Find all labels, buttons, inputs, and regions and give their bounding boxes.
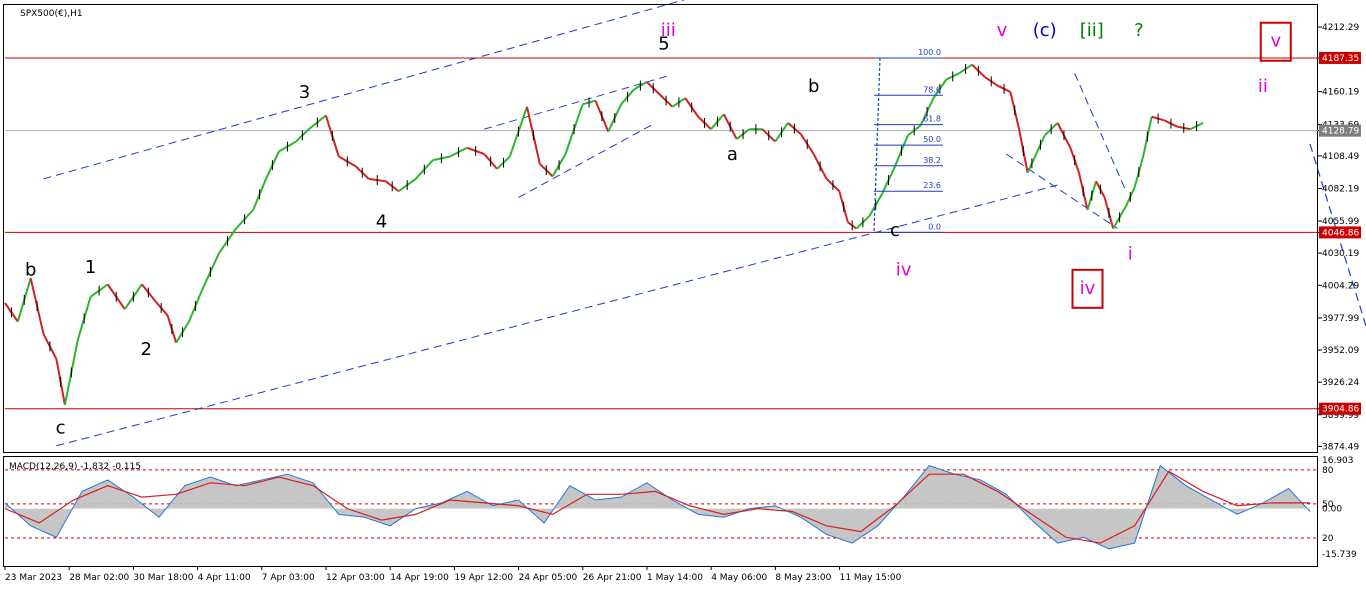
macd-tick-label-1: 0.00 bbox=[1322, 505, 1342, 515]
price-tick-label-11: 3977.99 bbox=[1322, 314, 1359, 324]
price-tick-label-2: 4160.19 bbox=[1322, 88, 1359, 98]
time-label-11: 4 May 06:00 bbox=[711, 573, 767, 583]
wave-label-7: iii bbox=[661, 20, 676, 41]
chart-title: SPX500(€),H1 bbox=[20, 9, 83, 19]
fib-label-6: 0.0 bbox=[928, 222, 941, 231]
wave-label-16: ii bbox=[1258, 76, 1268, 97]
price-highlight-label-2: 3904.86 bbox=[1322, 405, 1359, 415]
wave-label-5: 4 bbox=[376, 211, 387, 232]
time-label-9: 26 Apr 21:00 bbox=[583, 573, 642, 583]
wave-box-label-0: v bbox=[1270, 31, 1281, 52]
price-tick-label-12: 3952.09 bbox=[1322, 346, 1359, 356]
time-label-13: 11 May 15:00 bbox=[840, 573, 902, 583]
price-tick-label-10: 4004.29 bbox=[1322, 281, 1359, 291]
time-label-2: 30 Mar 18:00 bbox=[133, 573, 193, 583]
price-chart-svg: 100.078.661.850.038.223.60.0 b 12c345iiia… bbox=[0, 0, 1366, 588]
time-label-4: 7 Apr 03:00 bbox=[262, 573, 315, 583]
wave-label-2: 2 bbox=[140, 339, 151, 360]
price-highlight-label-0: 4187.35 bbox=[1322, 54, 1359, 64]
macd-dashed-label-0: 80 bbox=[1322, 466, 1334, 476]
fib-label-3: 50.0 bbox=[923, 135, 941, 144]
price-tick-label-6: 4082.19 bbox=[1322, 185, 1359, 195]
chart-root: 100.0 78.6 61.8 50.0 38.2 23.6 0.0 b 1 2 c 3 4 5 iii a… bbox=[0, 0, 1366, 588]
price-tick-label-0: 4212.29 bbox=[1322, 23, 1359, 33]
price-tick-label-16: 3874.49 bbox=[1322, 442, 1359, 452]
wave-label-12: v bbox=[997, 20, 1008, 41]
price-tick-label-5: 4108.49 bbox=[1322, 152, 1359, 162]
fib-label-1: 78.6 bbox=[923, 85, 941, 94]
time-label-5: 12 Apr 03:00 bbox=[326, 573, 385, 583]
wave-label-11: iv bbox=[896, 260, 912, 281]
time-label-0: 23 Mar 2023 bbox=[5, 573, 62, 583]
fib-label-5: 23.6 bbox=[923, 181, 941, 190]
time-label-12: 8 May 23:00 bbox=[775, 573, 831, 583]
wave-label-17: i bbox=[1128, 244, 1133, 265]
wave-label-15: ? bbox=[1134, 20, 1144, 41]
time-label-8: 24 Apr 05:00 bbox=[519, 573, 578, 583]
fib-label-2: 61.8 bbox=[923, 115, 941, 124]
wave-label-4: 3 bbox=[299, 82, 310, 103]
fib-label-0: 100.0 bbox=[918, 48, 941, 57]
time-label-3: 4 Apr 11:00 bbox=[198, 573, 251, 583]
wave-box-label-1: iv bbox=[1080, 278, 1096, 299]
time-label-7: 19 Apr 12:00 bbox=[454, 573, 513, 583]
time-label-6: 14 Apr 19:00 bbox=[390, 573, 449, 583]
time-label-1: 28 Mar 02:00 bbox=[69, 573, 129, 583]
price-tick-label-9: 4030.19 bbox=[1322, 249, 1359, 259]
price-highlight-label-3: 4128.79 bbox=[1322, 127, 1359, 137]
price-highlight-label-1: 4046.86 bbox=[1322, 228, 1359, 238]
fib-label-4: 38.2 bbox=[923, 156, 941, 165]
macd-tick-label-0: 16.903 bbox=[1322, 456, 1354, 466]
wave-label-9: b bbox=[808, 76, 819, 97]
wave-label-1: 1 bbox=[85, 257, 96, 278]
macd-dashed-label-2: 20 bbox=[1322, 534, 1334, 544]
macd-label: MACD(12,26,9) -1.832 -0.115 bbox=[9, 462, 141, 472]
price-tick-label-7: 4055.99 bbox=[1322, 217, 1359, 227]
wave-label-14: [ii] bbox=[1080, 20, 1104, 41]
price-tick-label-13: 3926.24 bbox=[1322, 378, 1359, 388]
wave-label-10: c bbox=[890, 220, 900, 241]
wave-label-3: c bbox=[56, 417, 66, 438]
wave-label-8: a bbox=[727, 144, 738, 165]
macd-tick-label-2: -15.739 bbox=[1322, 550, 1357, 560]
time-label-10: 1 May 14:00 bbox=[647, 573, 703, 583]
wave-label-0: b bbox=[25, 260, 36, 281]
wave-label-13: (c) bbox=[1033, 20, 1057, 41]
